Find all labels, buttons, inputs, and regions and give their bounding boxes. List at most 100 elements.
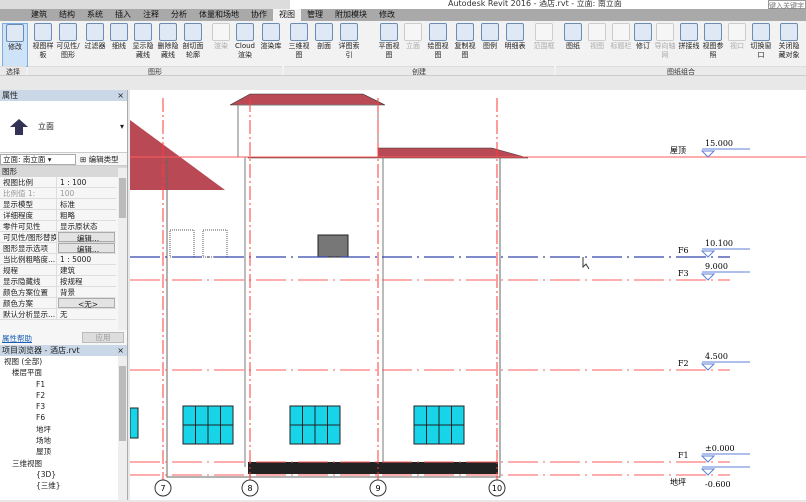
ribbon-button-13[interactable]: 详图索引 bbox=[336, 23, 362, 60]
edit-type-button[interactable]: ⊞ 编辑类型 bbox=[76, 154, 119, 165]
property-row: 默认分析显示... 无 bbox=[0, 309, 116, 320]
elevation-drawing[interactable]: 屋顶 15.000 F6 10.100 F3 9.000 F2 4.500 F1 ±0.000 地坪… bbox=[129, 90, 806, 500]
property-row: 视图比例 1 : 100 bbox=[0, 177, 116, 188]
property-key: 颜色方案 bbox=[0, 298, 57, 308]
ribbon-button-22[interactable]: 视图 bbox=[584, 23, 610, 51]
property-value[interactable]: <无> bbox=[58, 298, 115, 309]
ribbon-button-0[interactable]: 修改 bbox=[2, 23, 28, 67]
close-icon[interactable]: × bbox=[117, 90, 124, 101]
roof-left bbox=[130, 120, 225, 190]
grid-label: 8 bbox=[247, 484, 252, 493]
ribbon-button-15[interactable]: 立面 bbox=[400, 23, 426, 51]
ribbon-button-11[interactable]: 三维视图 bbox=[286, 23, 312, 60]
ribbon-button-icon bbox=[752, 23, 770, 41]
tab-5[interactable]: 分析 bbox=[165, 9, 193, 21]
tab-7[interactable]: 协作 bbox=[245, 9, 273, 21]
ribbon-button-icon bbox=[315, 23, 333, 41]
property-key: 可见性/图形替换 bbox=[0, 232, 57, 242]
ribbon-button-1[interactable]: 视图样板 bbox=[30, 23, 56, 60]
tree-item[interactable]: {3D} bbox=[0, 469, 127, 480]
group-header[interactable]: 图形 bbox=[0, 166, 127, 177]
tab-3[interactable]: 插入 bbox=[109, 9, 137, 21]
ribbon-button-label: 修改 bbox=[8, 43, 22, 51]
tree-item[interactable]: F6 bbox=[0, 412, 127, 423]
tab-8[interactable]: 视图 bbox=[273, 9, 301, 21]
ribbon-button-icon bbox=[380, 23, 398, 41]
ribbon-button-icon bbox=[86, 23, 104, 41]
ribbon-button-25[interactable]: 导向轴网 bbox=[652, 23, 678, 60]
ribbon-button-5[interactable]: 显示隐藏线 bbox=[130, 23, 156, 60]
ribbon-button-20[interactable]: 范围框 bbox=[531, 23, 557, 51]
ribbon-button-21[interactable]: 图纸 bbox=[560, 23, 586, 51]
tab-4[interactable]: 注释 bbox=[137, 9, 165, 21]
tab-9[interactable]: 管理 bbox=[301, 9, 329, 21]
property-value: 背景 bbox=[60, 288, 75, 297]
ribbon-button-icon bbox=[429, 23, 447, 41]
property-value[interactable]: 编辑... bbox=[58, 232, 115, 243]
ribbon-button-17[interactable]: 复制视图 bbox=[452, 23, 478, 60]
ribbon-button-label: 图例 bbox=[483, 42, 497, 50]
tab-2[interactable]: 系统 bbox=[81, 9, 109, 21]
ribbon-button-12[interactable]: 剖面 bbox=[311, 23, 337, 51]
dropdown-icon: ▾ bbox=[119, 122, 124, 131]
ribbon-button-29[interactable]: 切换窗口 bbox=[748, 23, 774, 60]
ribbon-button-9[interactable]: Cloud渲染 bbox=[232, 23, 258, 60]
type-name: 立面 bbox=[38, 122, 54, 131]
scrollbar[interactable] bbox=[118, 356, 127, 500]
tree-item[interactable]: F2 bbox=[0, 390, 127, 401]
ribbon-button-19[interactable]: 明细表 bbox=[502, 23, 528, 51]
tree-item[interactable]: 屋顶 bbox=[0, 446, 127, 457]
ribbon-button-7[interactable]: 剖切面轮廓 bbox=[180, 23, 206, 60]
quick-access-toolbar[interactable] bbox=[0, 0, 290, 9]
tab-1[interactable]: 结构 bbox=[53, 9, 81, 21]
tab-10[interactable]: 附加模块 bbox=[329, 9, 373, 21]
property-value[interactable]: 1 : 100 bbox=[57, 177, 116, 187]
ribbon-button-14[interactable]: 平面视图 bbox=[376, 23, 402, 60]
search-input[interactable]: 键入关键字 bbox=[768, 0, 806, 10]
tab-0[interactable]: 建筑 bbox=[25, 9, 53, 21]
close-icon[interactable]: × bbox=[117, 345, 124, 356]
tree-item[interactable]: F1 bbox=[0, 379, 127, 390]
ribbon-button-4[interactable]: 细线 bbox=[106, 23, 132, 51]
property-key: 图形显示选项 bbox=[0, 243, 57, 253]
tree-item[interactable]: 地坪 bbox=[0, 424, 127, 435]
ribbon-button-icon bbox=[564, 23, 582, 41]
ribbon-button-30[interactable]: 关闭隐藏对象 bbox=[776, 23, 802, 60]
ribbon-button-3[interactable]: 过滤器 bbox=[82, 23, 108, 51]
ribbon-button-27[interactable]: 视图参照 bbox=[700, 23, 726, 60]
tree-item[interactable]: 场地 bbox=[0, 435, 127, 446]
double-door bbox=[317, 234, 349, 258]
tree-item[interactable]: {三维} bbox=[0, 480, 127, 491]
ribbon-button-label: 立面 bbox=[406, 42, 420, 50]
ribbon-button-label: 范围框 bbox=[533, 42, 555, 50]
door bbox=[202, 229, 228, 258]
ribbon-button-label: 视图参照 bbox=[702, 42, 724, 59]
ribbon-button-28[interactable]: 视口 bbox=[724, 23, 750, 51]
ribbon-button-label: 绘图视图 bbox=[427, 42, 449, 59]
tab-6[interactable]: 体量和场地 bbox=[193, 9, 245, 21]
type-selector[interactable]: 立面 ▾ bbox=[0, 101, 127, 153]
ribbon-button-16[interactable]: 绘图视图 bbox=[425, 23, 451, 60]
tree-item[interactable]: F3 bbox=[0, 401, 127, 412]
tab-11[interactable]: 修改 bbox=[373, 9, 401, 21]
scrollbar[interactable] bbox=[118, 168, 127, 330]
ribbon-button-label: 三维视图 bbox=[288, 42, 310, 59]
properties-help-link[interactable]: 属性帮助 bbox=[2, 333, 32, 344]
ribbon-button-6[interactable]: 删除隐藏线 bbox=[155, 23, 181, 60]
ribbon-button-18[interactable]: 图例 bbox=[477, 23, 503, 51]
ribbon-button-26[interactable]: 拼接线 bbox=[676, 23, 702, 51]
tree-root[interactable]: 视图 (全部) bbox=[0, 356, 127, 367]
view-selector[interactable]: 立面: 南立面 ▾ bbox=[0, 153, 76, 165]
tree-group[interactable]: 三维视图 bbox=[0, 458, 127, 469]
property-value[interactable]: 编辑... bbox=[58, 243, 115, 254]
properties-panel: 属性 × 立面 ▾ 立面: 南立面 ▾ ⊞ 编辑类型 图形 视图比例 1 : 100 比… bbox=[0, 90, 128, 345]
drawing-canvas[interactable]: 屋顶 15.000 F6 10.100 F3 9.000 F2 4.500 F1 ±0.000 地坪… bbox=[129, 90, 806, 500]
ribbon-button-10[interactable]: 渲染库 bbox=[258, 23, 284, 51]
ribbon-button-8[interactable]: 渲染 bbox=[208, 23, 234, 51]
ribbon-button-label: 复制视图 bbox=[454, 42, 476, 59]
apply-button[interactable]: 应用 bbox=[82, 332, 124, 343]
ribbon-button-2[interactable]: 可见性/图形 bbox=[55, 23, 81, 60]
tree-group[interactable]: 楼层平面 bbox=[0, 367, 127, 378]
ribbon-button-icon bbox=[535, 23, 553, 41]
level-name: F2 bbox=[678, 359, 689, 368]
